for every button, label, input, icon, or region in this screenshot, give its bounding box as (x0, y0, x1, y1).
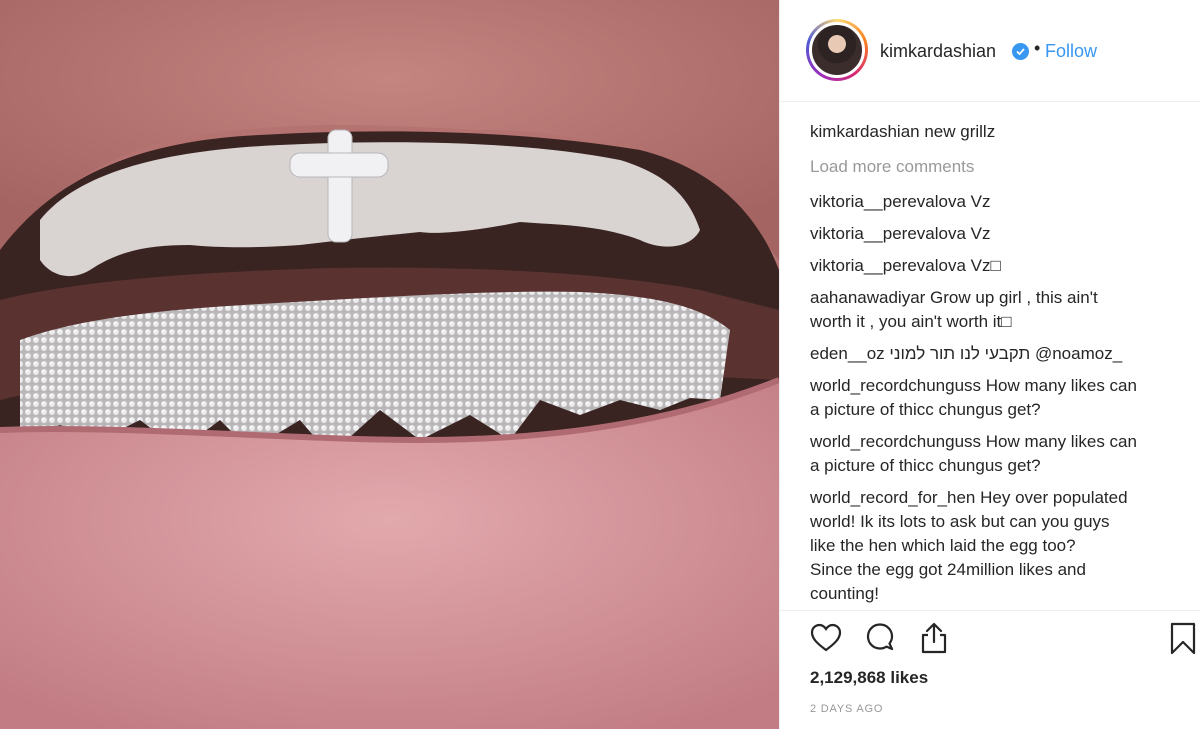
post-timestamp[interactable]: 2 DAYS AGO (810, 703, 883, 715)
comment-item: world_recordchunguss How many likes can … (810, 374, 1190, 422)
avatar-image (809, 22, 865, 78)
post-photo-art (0, 0, 779, 729)
post-header: kimkardashian • Follow (780, 0, 1200, 102)
separator-dot: • (1034, 38, 1041, 58)
load-more-comments-button[interactable]: Load more comments (810, 155, 1190, 179)
comment-text: Vz (970, 224, 991, 243)
comment-username[interactable]: kimkardashian (810, 122, 920, 141)
post-sidebar: kimkardashian • Follow kimkardashian new… (779, 0, 1200, 729)
comment-text: Hey over populated (980, 488, 1128, 507)
heart-icon[interactable] (808, 620, 844, 656)
comment-text-line2: a picture of thicc chungus get? (810, 400, 1041, 419)
follow-button[interactable]: Follow (1045, 41, 1097, 62)
comment-text: Vz (970, 192, 991, 211)
comment-text: Vz□ (970, 256, 1001, 275)
comment-text-line4: Since the egg got 24million likes and (810, 560, 1086, 579)
bookmark-icon[interactable] (1165, 620, 1200, 656)
post-actions (780, 620, 1200, 660)
comment-text-line5: counting! (810, 584, 879, 603)
share-icon[interactable] (916, 620, 952, 656)
comment-username[interactable]: world_recordchunguss (810, 376, 981, 395)
comment-text-line3: like the hen which laid the egg too? (810, 536, 1076, 555)
actions-divider (780, 610, 1200, 611)
comment-item: viktoria__perevalova Vz (810, 222, 1190, 246)
comment-username[interactable]: viktoria__perevalova (810, 224, 966, 243)
comment-text-line2: world! Ik its lots to ask but can you gu… (810, 512, 1110, 531)
comment-item: aahanawadiyar Grow up girl , this ain't … (810, 286, 1190, 334)
comment-username[interactable]: world_record_for_hen (810, 488, 975, 507)
comment-item: world_recordchunguss How many likes can … (810, 430, 1190, 478)
comment-text-line2: worth it , you ain't worth it□ (810, 312, 1012, 331)
comment-text: How many likes can (985, 376, 1137, 395)
author-username[interactable]: kimkardashian (880, 41, 996, 62)
comment-username[interactable]: eden__oz (810, 344, 885, 363)
comment-username[interactable]: world_recordchunguss (810, 432, 981, 451)
comment-text-line2: a picture of thicc chungus get? (810, 456, 1041, 475)
comment-text: Grow up girl , this ain't (930, 288, 1098, 307)
comment-item: eden__oz תקבעי לנו תור למוני @noamoz_ (810, 342, 1190, 366)
comment-text: תקבעי לנו תור למוני @noamoz_ (889, 344, 1123, 363)
likes-count[interactable]: 2,129,868 likes (810, 668, 928, 688)
comment-item: world_record_for_hen Hey over populated … (810, 486, 1190, 606)
comment-text: How many likes can (985, 432, 1137, 451)
comment-username[interactable]: aahanawadiyar (810, 288, 925, 307)
comment-item: viktoria__perevalova Vz (810, 190, 1190, 214)
post-photo[interactable] (0, 0, 779, 729)
verified-badge-icon (1012, 43, 1029, 60)
comment-text: new grillz (924, 122, 996, 141)
caption: kimkardashian new grillz (810, 120, 1190, 144)
author-avatar[interactable] (806, 19, 868, 81)
comment-username[interactable]: viktoria__perevalova (810, 256, 966, 275)
comment-item: viktoria__perevalova Vz□ (810, 254, 1190, 278)
comment-icon[interactable] (862, 620, 898, 656)
comment-username[interactable]: viktoria__perevalova (810, 192, 966, 211)
